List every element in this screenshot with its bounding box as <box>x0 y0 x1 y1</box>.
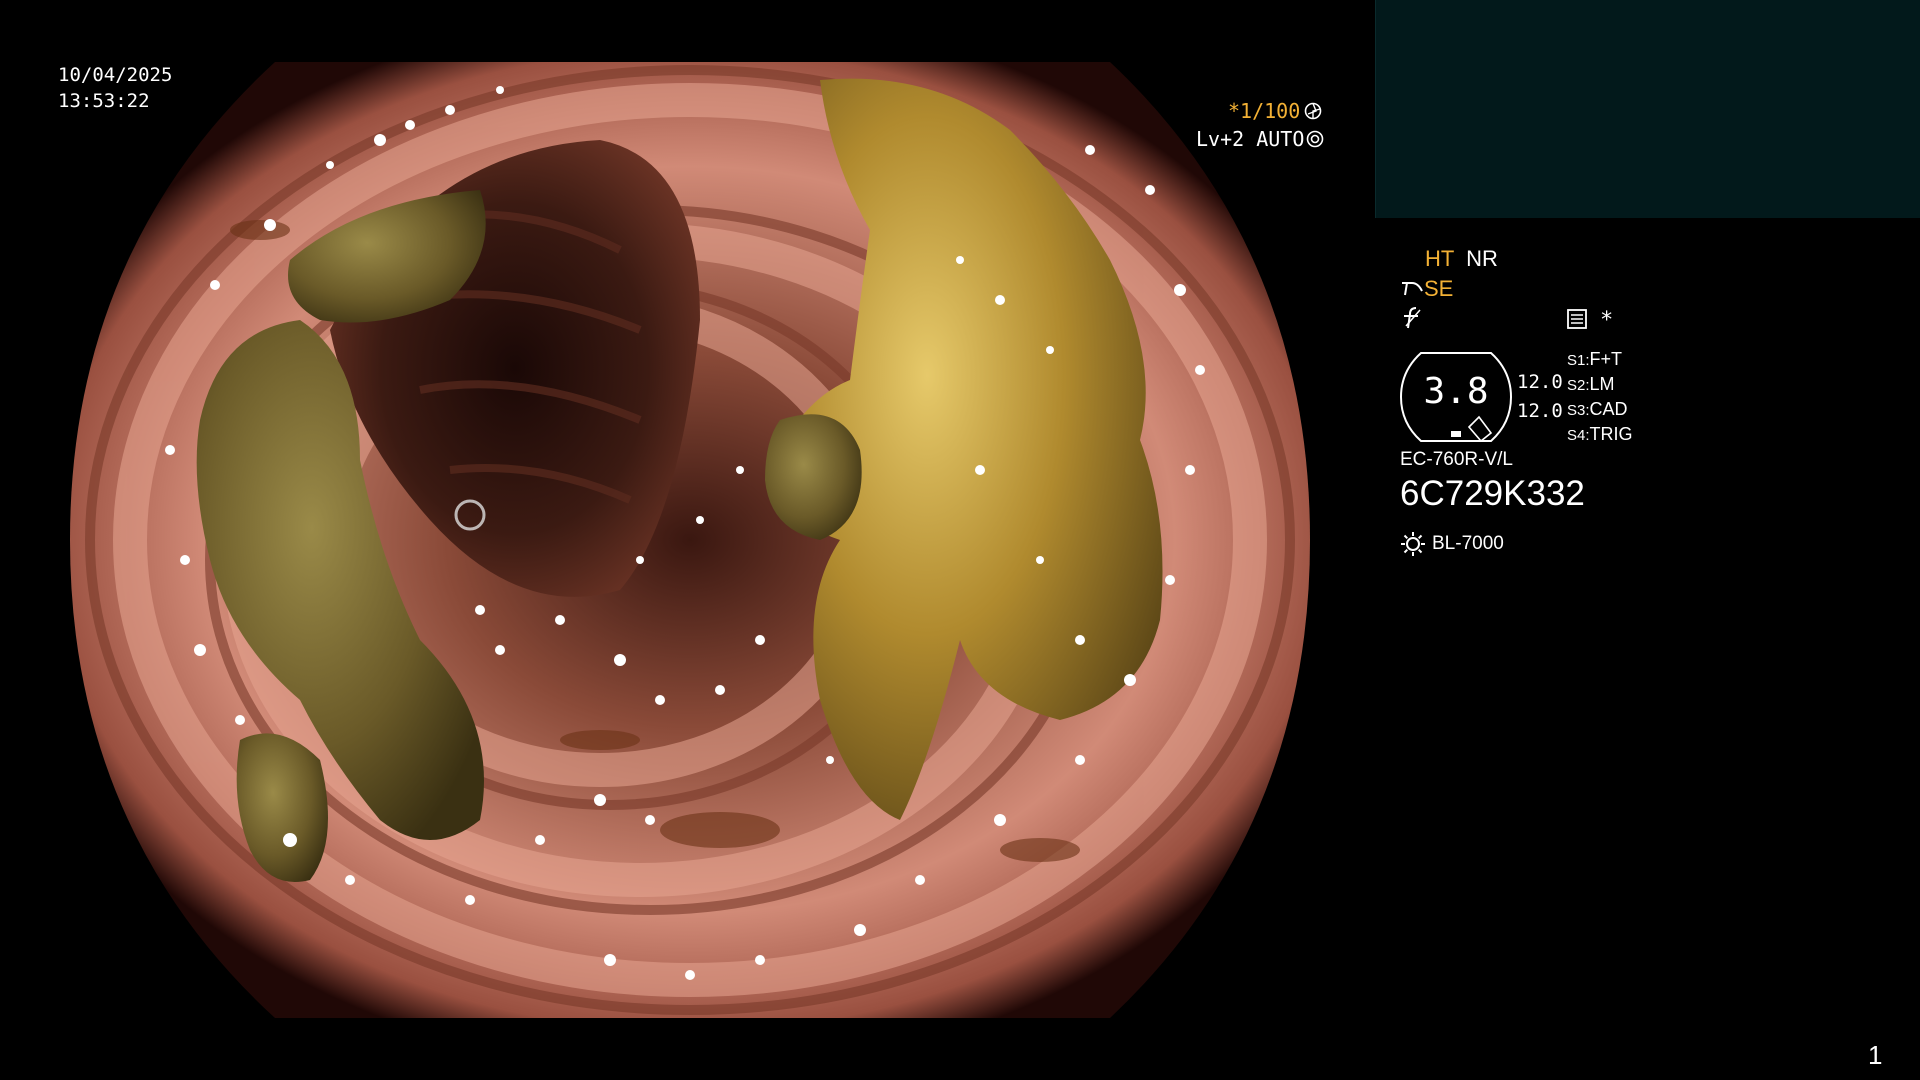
switch-list: S1:F+T S2:LM S3:CAD S4:TRIG <box>1567 349 1633 449</box>
iris-icon <box>1306 130 1324 148</box>
ht-label: HT <box>1425 246 1454 271</box>
gauge-top-value: 12.0 <box>1517 371 1563 393</box>
level-value: Lv+2 AUTO <box>1196 127 1305 151</box>
se-row: SE <box>1400 276 1453 302</box>
star-marker: * <box>1600 308 1614 333</box>
enhancement-icon <box>1402 306 1424 334</box>
aperture-icon <box>1304 102 1322 120</box>
endoscope-view <box>70 62 1310 1018</box>
page-number: 1 <box>1868 1040 1883 1070</box>
switch-item: S1:F+T <box>1567 349 1623 369</box>
scope-model: EC-760R-V/L <box>1400 449 1513 470</box>
mode-row: HT NR <box>1425 246 1498 272</box>
switch-item: S4:TRIG <box>1567 424 1633 444</box>
switch-item: S2:LM <box>1567 374 1615 394</box>
nr-label: NR <box>1466 246 1498 271</box>
dark-info-panel <box>1375 0 1920 218</box>
se-label: SE <box>1424 276 1454 301</box>
gauge-bottom-value: 12.0 <box>1517 400 1563 422</box>
shutter-value: *1/100 <box>1228 99 1301 123</box>
switch-item: S3:CAD <box>1567 399 1628 419</box>
sun-icon <box>1400 531 1426 557</box>
gauge: 3.8 <box>1399 351 1513 443</box>
light-source-label: BL-7000 <box>1432 533 1504 554</box>
light-source: BL-7000 <box>1400 531 1504 557</box>
shutter-indicator: *1/100 <box>1228 99 1322 123</box>
gauge-value: 3.8 <box>1423 371 1489 412</box>
time-text: 13:53:22 <box>58 90 150 112</box>
date-text: 10/04/2025 <box>58 64 173 86</box>
level-indicator: Lv+2 AUTO <box>1196 127 1324 151</box>
tool-icon <box>1400 279 1424 299</box>
memo-icon <box>1566 308 1588 334</box>
scope-serial: 6C729K332 <box>1400 474 1585 513</box>
